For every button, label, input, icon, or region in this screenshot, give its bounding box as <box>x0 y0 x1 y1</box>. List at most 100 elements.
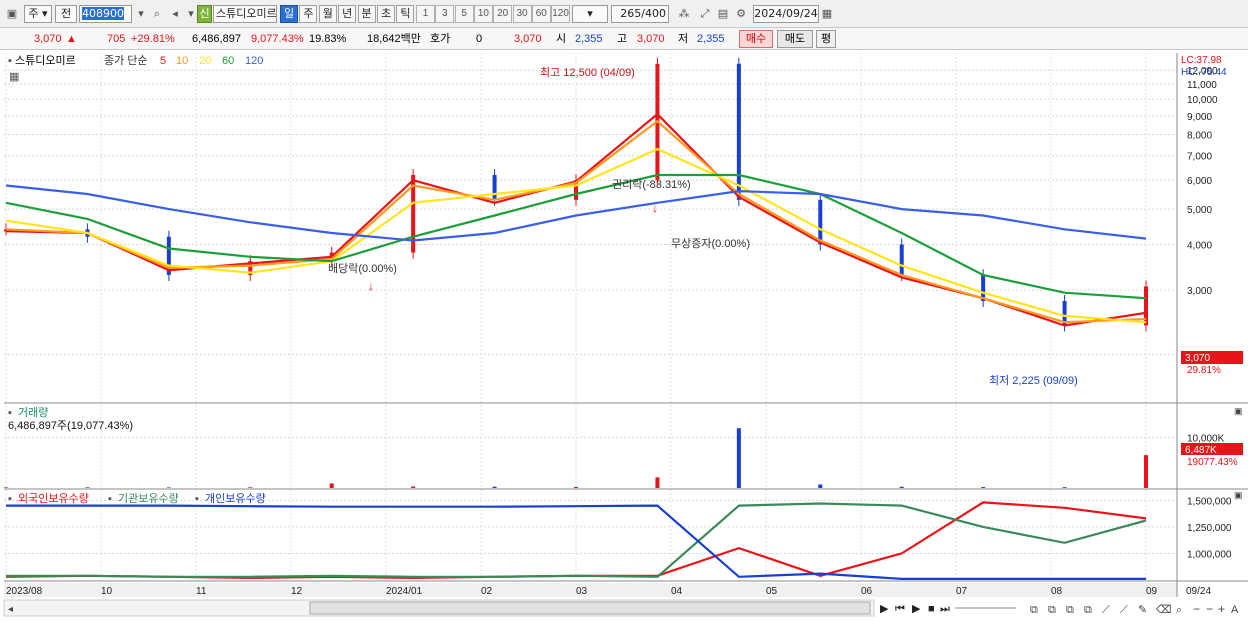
tile-icon[interactable]: ⧉ <box>1066 604 1074 616</box>
x-tick-label: 09/24 <box>1186 586 1211 597</box>
layout-icon[interactable]: ⧉ <box>1030 604 1038 616</box>
minute-tab-120[interactable]: 120 <box>551 5 571 23</box>
foreign-holdings-label: 외국인보유수량 <box>18 492 89 505</box>
period-dropdown[interactable]: ▾ <box>572 5 608 23</box>
sell-button[interactable]: 매도 <box>777 30 813 48</box>
chart-area[interactable]: 2,0003,0004,0005,0006,0007,0008,0009,000… <box>0 50 1248 621</box>
change-pct: +29.81% <box>131 33 175 45</box>
scroll-right-icon[interactable]: ▶ <box>880 603 889 615</box>
period-tab-1[interactable]: 주 <box>299 5 318 23</box>
volume-bar <box>248 487 253 488</box>
scrollbar-thumb[interactable] <box>309 601 871 615</box>
scroll-left-icon[interactable]: ◂ <box>8 604 13 615</box>
code-dropdown-icon[interactable]: ▾ <box>133 6 149 22</box>
period-tab-0[interactable]: 일 <box>280 5 298 23</box>
minute-tab-20[interactable]: 20 <box>493 5 513 23</box>
change-tag: 29.81% <box>1187 365 1221 376</box>
font-size-icon[interactable]: A <box>1231 604 1239 616</box>
volume-bar <box>4 487 8 488</box>
zoom-out-icon[interactable]: − <box>1193 602 1200 616</box>
volume-close-icon[interactable]: ▣ <box>1234 406 1243 416</box>
erase-icon[interactable]: ⌫ <box>1156 604 1172 616</box>
draw-tool-icon[interactable]: ⟋ <box>1120 604 1128 616</box>
ma-legend-5: 5 <box>160 55 166 67</box>
x-tick-label: 04 <box>671 586 683 597</box>
high-price: 3,070 <box>637 33 665 45</box>
copy-icon[interactable]: ⧉ <box>1084 604 1092 616</box>
speaker-icon[interactable]: ◂ <box>167 6 183 22</box>
save-icon[interactable]: ▤ <box>715 6 731 22</box>
draw-line-icon[interactable]: ⟋ <box>1102 604 1110 616</box>
calendar-icon[interactable]: ▦ <box>819 6 835 22</box>
pen-icon[interactable]: ✎ <box>1138 604 1147 616</box>
period-tab-5[interactable]: 초 <box>377 5 395 23</box>
holdings-close-icon[interactable]: ▣ <box>1234 490 1243 500</box>
volume-bar <box>981 487 986 488</box>
inst-holdings-label: 기관보유수량 <box>118 492 179 505</box>
volume-y-tick: 10,000K <box>1187 433 1225 444</box>
chart-grid-icon[interactable]: ▦ <box>9 71 19 83</box>
price-y-tick: 4,000 <box>1187 240 1212 251</box>
date-field[interactable]: 2024/09/24 <box>753 5 819 23</box>
stock-chart-window: ▣ 주 ▾ 전 408900 ▾ ⌕ ◂ ▾ 신 스튜디오미르 일주월년분초틱 … <box>0 0 1248 621</box>
play-icon[interactable]: ▶ <box>912 603 921 615</box>
dividend-event: 배당락(0.00%) <box>328 262 397 275</box>
x-axis-bg <box>4 583 1177 597</box>
x-tick-label: 12 <box>291 586 303 597</box>
minute-tab-1[interactable]: 1 <box>416 5 435 23</box>
volume-bar <box>574 486 578 488</box>
crosshair-icon[interactable]: ⤢ <box>697 6 713 22</box>
ask-price: 3,070 <box>514 33 542 45</box>
price-y-tick: 10,000 <box>1187 95 1218 106</box>
grid-icon[interactable]: ⁂ <box>676 6 692 22</box>
avg-button[interactable]: 평 <box>816 30 836 48</box>
volume-bar <box>166 487 171 488</box>
candle-body <box>492 174 497 200</box>
window-menu-icon[interactable]: ▣ <box>4 6 20 22</box>
price-panel-bg <box>4 53 1177 403</box>
gear-icon[interactable]: ⚙ <box>733 6 749 22</box>
prev-tag[interactable]: 전 <box>55 5 77 23</box>
minute-tab-5[interactable]: 5 <box>454 5 474 23</box>
trade-amount: 18,642백만 <box>367 33 421 45</box>
ma-legend-120: 120 <box>245 55 263 67</box>
split-icon[interactable]: ⧉ <box>1048 604 1056 616</box>
minute-tab-30[interactable]: 30 <box>512 5 532 23</box>
rewind-icon[interactable]: ⏮ <box>895 603 905 615</box>
minute-tab-3[interactable]: 3 <box>435 5 455 23</box>
volume-panel-icon: ▪ <box>8 407 12 419</box>
forward-icon[interactable]: ⏭ <box>940 603 950 615</box>
candle-body <box>899 244 904 275</box>
period-tab-3[interactable]: 년 <box>338 5 357 23</box>
zoom-search-icon[interactable]: ⌕ <box>1176 604 1182 616</box>
stock-name-field[interactable]: 스튜디오미르 <box>213 5 277 23</box>
ma-legend-60: 60 <box>222 55 234 67</box>
period-tab-4[interactable]: 분 <box>357 5 376 23</box>
buy-button[interactable]: 매수 <box>739 30 773 48</box>
minus-icon[interactable]: − <box>1206 602 1213 616</box>
count-field[interactable]: 265/400 <box>611 5 669 23</box>
search-icon[interactable]: ⌕ <box>149 6 165 22</box>
volume-bar <box>85 487 90 488</box>
price-y-tick: 8,000 <box>1187 131 1212 142</box>
zoom-in-icon[interactable]: + <box>1218 602 1225 616</box>
x-tick-label: 05 <box>766 586 778 597</box>
retail-holdings-label: 개인보유수량 <box>205 492 266 505</box>
change: 705 <box>107 33 126 45</box>
volume-bar <box>411 486 416 488</box>
period-tab-2[interactable]: 월 <box>318 5 337 23</box>
holdings-y-tick: 1,250,000 <box>1187 523 1232 534</box>
ma-legend-20: 20 <box>199 55 211 67</box>
lc-value: LC:37.98 <box>1181 55 1222 66</box>
market-select[interactable]: 주 ▾ <box>24 5 52 23</box>
stock-code-input[interactable]: 408900 <box>79 5 132 23</box>
period-tab-6[interactable]: 틱 <box>396 5 415 23</box>
stop-icon[interactable]: ■ <box>928 603 935 615</box>
x-tick-label: 07 <box>956 586 968 597</box>
volume-bar <box>1062 487 1067 488</box>
x-tick-label: 02 <box>481 586 493 597</box>
volume-bar <box>1144 455 1148 488</box>
volume: 6,486,897 <box>192 33 241 45</box>
minute-tab-60[interactable]: 60 <box>531 5 551 23</box>
minute-tab-10[interactable]: 10 <box>473 5 493 23</box>
